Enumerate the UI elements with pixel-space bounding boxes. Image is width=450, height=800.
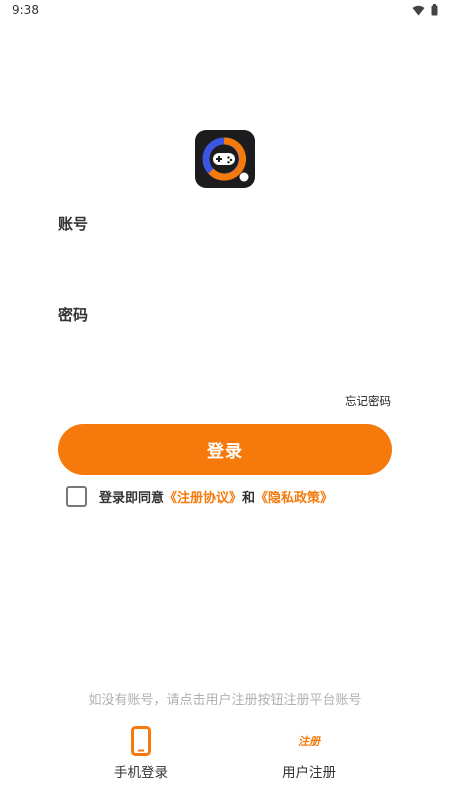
password-input[interactable]	[58, 333, 395, 365]
register-icon-text: 注册	[298, 735, 320, 748]
register-icon: 注册	[298, 725, 320, 757]
account-label: 账号	[58, 215, 89, 233]
password-label: 密码	[58, 306, 89, 324]
wifi-icon	[412, 1, 425, 20]
phone-login-label: 手机登录	[114, 765, 168, 781]
forgot-password-link[interactable]: 忘记密码	[345, 393, 391, 409]
register-agreement-link[interactable]: 《注册协议》	[164, 487, 242, 506]
app-logo	[195, 130, 255, 188]
gamepad-icon	[195, 130, 255, 188]
phone-icon	[131, 725, 151, 757]
phone-login-button[interactable]: 手机登录	[86, 725, 196, 781]
user-register-label: 用户注册	[282, 765, 336, 781]
agreement-prefix: 登录即同意	[99, 490, 165, 506]
privacy-policy-link[interactable]: 《隐私政策》	[255, 487, 333, 506]
register-hint: 如没有账号，请点击用户注册按钮注册平台账号	[88, 693, 362, 708]
agreement-row: 登录即同意 《注册协议》 和 《隐私政策》	[66, 485, 333, 507]
battery-icon	[431, 1, 438, 20]
user-register-button[interactable]: 注册 用户注册	[254, 725, 364, 781]
status-time: 9:38	[12, 3, 39, 17]
agreement-checkbox[interactable]	[66, 485, 87, 507]
agreement-joiner: 和	[242, 490, 256, 506]
status-icons	[412, 3, 438, 17]
status-bar: 9:38	[0, 0, 450, 22]
login-button[interactable]: 登录	[58, 424, 392, 475]
account-input[interactable]	[58, 242, 395, 274]
